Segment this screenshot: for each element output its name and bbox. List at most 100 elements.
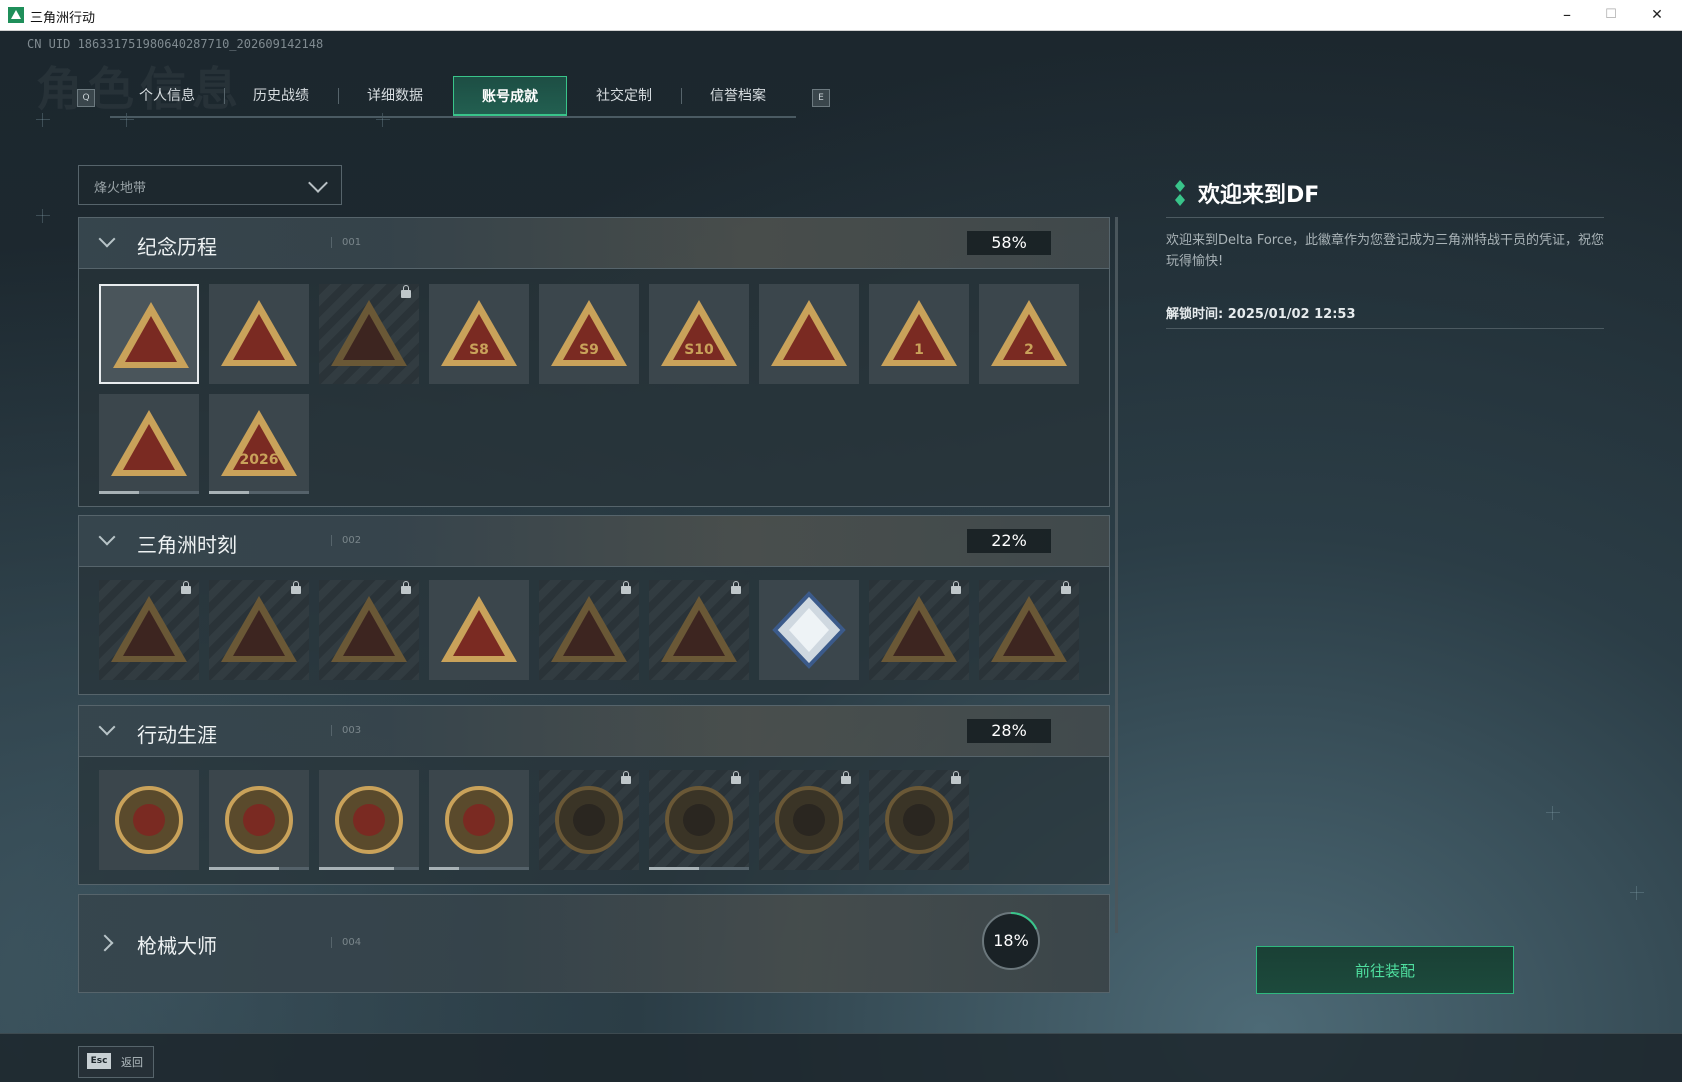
tab-next-key[interactable]: E [812,89,830,107]
section-header[interactable]: 枪械大师 004 18% [79,895,1109,992]
progress-percent: 28% [967,719,1051,743]
badge-tile[interactable] [99,394,199,494]
badge-emblem-icon: S9 [551,300,627,366]
badge-tile[interactable]: S10 [649,284,749,384]
tab-achievements[interactable]: 账号成就 [453,76,567,116]
badge-tile[interactable] [759,580,859,680]
lock-icon [621,771,631,784]
badge-progress-bar [649,867,749,870]
badge-tile[interactable] [319,284,419,384]
maximize-button[interactable]: ☐ [1588,0,1634,30]
badge-tile[interactable] [319,580,419,680]
section-weapon-master[interactable]: 枪械大师 004 18% [78,894,1110,993]
badge-emblem-icon [445,786,513,854]
badge-tile[interactable] [979,580,1079,680]
badge-emblem-icon [115,786,183,854]
badge-tile[interactable] [429,770,529,870]
svg-text:1: 1 [914,342,924,358]
scrollbar[interactable] [1115,217,1118,933]
badge-emblem-icon: 1 [881,300,957,366]
crosshair-decor [36,209,50,223]
badge-emblem-icon [551,596,627,662]
badge-emblem-icon [441,596,517,662]
svg-text:2026: 2026 [240,452,279,468]
crosshair-decor [1630,886,1644,900]
badge-tile[interactable] [539,580,639,680]
tab-history[interactable]: 历史战绩 [224,76,338,116]
badge-tile[interactable] [869,770,969,870]
tab-personal-info[interactable]: 个人信息 [110,76,224,116]
section-header[interactable]: 三角洲时刻 002 22% [79,516,1109,567]
chevron-down-icon [308,173,328,193]
badge-emblem-icon [665,786,733,854]
window-title: 三角洲行动 [30,11,96,26]
close-button[interactable]: ✕ [1634,0,1680,30]
badge-detail-description: 欢迎来到Delta Force，此徽章作为您登记成为三角洲特战干员的凭证，祝您玩… [1166,233,1604,269]
badge-emblem-icon [225,786,293,854]
badge-emblem-icon [885,786,953,854]
badge-tile[interactable]: 2 [979,284,1079,384]
badge-tile[interactable] [99,580,199,680]
tab-detailed-data[interactable]: 详细数据 [338,76,452,116]
badge-tile[interactable]: 2026 [209,394,309,494]
minimize-button[interactable]: – [1544,0,1590,30]
badge-tile[interactable] [209,284,309,384]
section-title: 枪械大师 [137,934,217,958]
tab-prev-key[interactable]: Q [77,89,95,107]
lock-icon [951,581,961,594]
badge-tile[interactable] [209,770,309,870]
badge-emblem-icon [221,300,297,366]
badge-tile[interactable] [319,770,419,870]
badge-tile[interactable] [649,770,749,870]
tab-social-custom[interactable]: 社交定制 [567,76,681,116]
badge-tile[interactable] [759,770,859,870]
mode-dropdown[interactable]: 烽火地带 [78,165,342,205]
svg-text:2: 2 [1024,342,1034,358]
badge-emblem-icon [111,596,187,662]
section-title: 纪念历程 [137,235,217,259]
divider [1166,328,1604,329]
badge-tile[interactable] [539,770,639,870]
badge-tile[interactable] [99,770,199,870]
badge-tile[interactable]: 1 [869,284,969,384]
lock-icon [621,581,631,594]
section-memorial: 纪念历程 001 58% S8 S9 S10 1 2 2026 [78,217,1110,507]
esc-key-icon: Esc [87,1053,111,1069]
badge-tile[interactable]: S9 [539,284,639,384]
badge-unlock-time: 解锁时间: 2025/01/02 12:53 [1166,307,1356,322]
tab-credit-record[interactable]: 信誉档案 [681,76,795,116]
badge-emblem-icon [881,596,957,662]
badge-tile[interactable] [759,284,859,384]
badge-tile[interactable] [649,580,749,680]
badge-progress-bar [209,491,309,494]
badge-emblem-icon [661,596,737,662]
section-header[interactable]: 行动生涯 003 28% [79,706,1109,757]
section-header[interactable]: 纪念历程 001 58% [79,218,1109,269]
bottom-bar: Esc 返回 [0,1033,1682,1082]
lock-icon [841,771,851,784]
lock-icon [1061,581,1071,594]
divider [1166,217,1604,218]
badge-emblem-icon [775,786,843,854]
lock-icon [181,581,191,594]
badge-tile[interactable]: S8 [429,284,529,384]
badge-emblem-icon [113,302,189,368]
badge-progress-bar [429,867,529,870]
badge-emblem-icon [221,596,297,662]
badge-emblem-icon: S10 [661,300,737,366]
badge-emblem-icon [991,596,1067,662]
back-button[interactable]: Esc 返回 [78,1046,154,1078]
progress-percent: 18% [993,931,1029,950]
badge-emblem-icon [331,596,407,662]
badge-progress-bar [209,867,309,870]
equip-button[interactable]: 前往装配 [1256,946,1514,994]
uid-label: CN UID 186331751980640287710_20260914214… [27,37,324,51]
game-viewport: 角色信息 CN UID 186331751980640287710_202609… [0,31,1682,1082]
badge-tile[interactable] [429,580,529,680]
chevron-down-icon [98,528,116,546]
badge-tile[interactable] [99,284,199,384]
badge-tile[interactable] [869,580,969,680]
badge-tile[interactable] [209,580,309,680]
badge-emblem-icon [555,786,623,854]
section-title: 三角洲时刻 [137,533,237,557]
